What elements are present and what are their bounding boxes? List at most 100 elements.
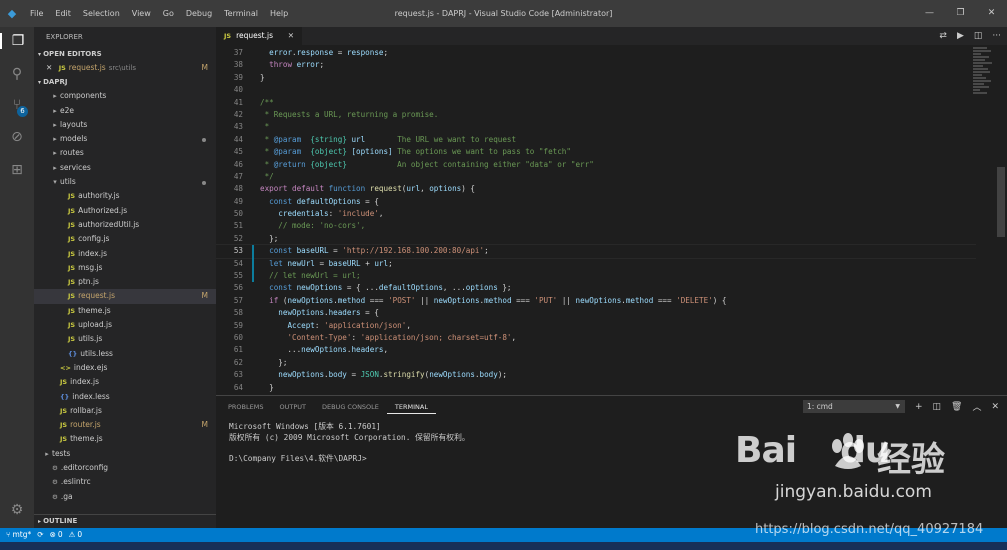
tree-folder[interactable]: ▸ services (34, 161, 216, 175)
code-line[interactable]: 63 newOptions.body = JSON.stringify(newO… (216, 369, 976, 381)
split-terminal-icon[interactable]: ◫ (932, 402, 941, 412)
code-line[interactable]: 37 error.response = response; (216, 47, 976, 59)
gear-icon[interactable]: ⚙ (0, 502, 34, 518)
tree-folder[interactable]: ▸ components (34, 89, 216, 103)
menu-selection[interactable]: Selection (77, 9, 126, 18)
open-editor-item[interactable]: ✕ JS request.js src\utils M (34, 61, 216, 75)
warning-icon[interactable]: ⚠ (69, 528, 76, 542)
minimap[interactable] (973, 47, 993, 157)
search-icon[interactable]: ⚲ (0, 66, 34, 82)
code-line[interactable]: 54 let newUrl = baseURL + url; (216, 257, 976, 271)
tree-file[interactable]: {} utils.less (34, 347, 216, 361)
code-line[interactable]: 45 * @param {object} [options] The optio… (216, 146, 976, 158)
tree-folder[interactable]: ▸ models (34, 132, 216, 146)
project-section[interactable]: ▾ DAPRJ (34, 75, 216, 89)
tab-output[interactable]: OUTPUT (271, 396, 314, 418)
code-line[interactable]: 55 // let newUrl = url; (216, 270, 976, 283)
add-terminal-icon[interactable]: + (915, 402, 923, 412)
menu-view[interactable]: View (126, 9, 157, 18)
tree-file[interactable]: {} index.less (34, 390, 216, 404)
menu-debug[interactable]: Debug (180, 9, 218, 18)
code-line[interactable]: 56 const newOptions = { ...defaultOption… (216, 282, 976, 294)
restore-icon[interactable]: ❐ (945, 0, 976, 27)
code-line[interactable]: 40 (216, 84, 976, 96)
tree-file[interactable]: JS utils.js (34, 332, 216, 346)
code-line[interactable]: 58 newOptions.headers = { (216, 307, 976, 319)
tree-file[interactable]: JS authority.js (34, 189, 216, 203)
code-line[interactable]: 49 const defaultOptions = { (216, 196, 976, 208)
tree-folder[interactable]: ▸ e2e (34, 104, 216, 118)
editor-scrollbar[interactable] (995, 47, 1007, 395)
tree-file[interactable]: ⚙ .editorconfig (34, 461, 216, 475)
sync-icon[interactable]: ⟳ (37, 528, 43, 542)
extensions-icon[interactable]: ⊞ (0, 162, 34, 178)
code-line[interactable]: 43 * (216, 121, 976, 133)
branch-icon[interactable]: ⑂ (6, 528, 11, 542)
explorer-icon[interactable]: ❐ (0, 33, 34, 49)
code-line[interactable]: 60 'Content-Type': 'application/json; ch… (216, 332, 976, 344)
code-line[interactable]: 64 } (216, 382, 976, 394)
branch-name[interactable]: mtg* (13, 528, 32, 542)
tree-file[interactable]: JS request.js M (34, 289, 216, 304)
menu-help[interactable]: Help (264, 9, 294, 18)
code-line[interactable]: 51 // mode: 'no-cors', (216, 220, 976, 232)
error-count[interactable]: 0 (58, 528, 63, 542)
trash-icon[interactable]: 🗑 (951, 402, 962, 412)
menu-file[interactable]: File (24, 9, 49, 18)
code-line[interactable]: 38 throw error; (216, 59, 976, 71)
code-line[interactable]: 47 */ (216, 171, 976, 183)
tree-file[interactable]: JS rollbar.js (34, 404, 216, 418)
code-line[interactable]: 42 * Requests a URL, returning a promise… (216, 109, 976, 121)
tab-debug-console[interactable]: DEBUG CONSOLE (314, 396, 387, 418)
code-line[interactable]: 59 Accept: 'application/json', (216, 320, 976, 332)
tree-file[interactable]: JS index.js (34, 247, 216, 261)
tree-file[interactable]: JS index.js (34, 375, 216, 389)
tree-file[interactable]: JS Authorized.js (34, 204, 216, 218)
tree-file[interactable]: JS theme.js (34, 432, 216, 446)
error-icon[interactable]: ⊗ (50, 528, 56, 542)
close-panel-icon[interactable]: ✕ (991, 402, 999, 412)
code-line[interactable]: 53 const baseURL = 'http://192.168.100.2… (216, 244, 976, 259)
tab-request-js[interactable]: JS request.js ✕ (216, 27, 302, 45)
tree-folder[interactable]: ▸ routes (34, 146, 216, 160)
warning-count[interactable]: 0 (77, 528, 82, 542)
tree-file[interactable]: ⚙ .eslintrc (34, 475, 216, 489)
minimize-icon[interactable]: — (914, 0, 945, 27)
menu-go[interactable]: Go (157, 9, 180, 18)
tree-file[interactable]: JS router.js M (34, 418, 216, 432)
close-editor-icon[interactable]: ✕ (46, 63, 52, 72)
tree-file[interactable]: JS config.js (34, 232, 216, 246)
outline-section[interactable]: ▸ OUTLINE (34, 514, 216, 528)
menu-edit[interactable]: Edit (49, 9, 77, 18)
code-line[interactable]: 44 * @param {string} url The URL we want… (216, 134, 976, 146)
tab-terminal[interactable]: TERMINAL (386, 400, 436, 414)
code-line[interactable]: 48 export default function request(url, o… (216, 183, 976, 195)
tree-file[interactable]: ⚙ .ga (34, 490, 216, 504)
code-line[interactable]: 41 /** (216, 97, 976, 109)
code-editor[interactable]: 37 error.response = response; 38 throw er… (216, 47, 976, 395)
tree-file[interactable]: JS upload.js (34, 318, 216, 332)
code-line[interactable]: 52 }; (216, 233, 976, 245)
code-line[interactable]: 39} (216, 72, 976, 84)
tab-problems[interactable]: PROBLEMS (220, 396, 271, 418)
code-line[interactable]: 46 * @return {object} An object containi… (216, 159, 976, 171)
tree-folder[interactable]: ▸ layouts (34, 118, 216, 132)
tree-folder[interactable]: ▾ utils (34, 175, 216, 189)
code-line[interactable]: 62 }; (216, 357, 976, 369)
code-line[interactable]: 50 credentials: 'include', (216, 208, 976, 220)
more-actions-icon[interactable]: ··· (992, 31, 1001, 41)
tree-file[interactable]: JS authorizedUtil.js (34, 218, 216, 232)
run-icon[interactable]: ▶ (957, 31, 964, 41)
debug-icon[interactable]: ⊘ (0, 129, 34, 145)
terminal-output[interactable]: Microsoft Windows [版本 6.1.7601] 版权所有 (c)… (229, 422, 470, 464)
code-line[interactable]: 61 ...newOptions.headers, (216, 344, 976, 356)
split-editor-icon[interactable]: ◫ (974, 31, 983, 41)
close-tab-icon[interactable]: ✕ (288, 27, 294, 45)
tree-file[interactable]: <> index.ejs (34, 361, 216, 375)
tree-file[interactable]: JS ptn.js (34, 275, 216, 289)
compare-icon[interactable]: ⇄ (939, 31, 947, 41)
code-line[interactable]: 57 if (newOptions.method === 'POST' || n… (216, 295, 976, 307)
terminal-select[interactable]: 1: cmd ▼ (802, 400, 905, 413)
tree-file[interactable]: JS msg.js (34, 261, 216, 275)
scrollbar-thumb[interactable] (997, 167, 1005, 237)
